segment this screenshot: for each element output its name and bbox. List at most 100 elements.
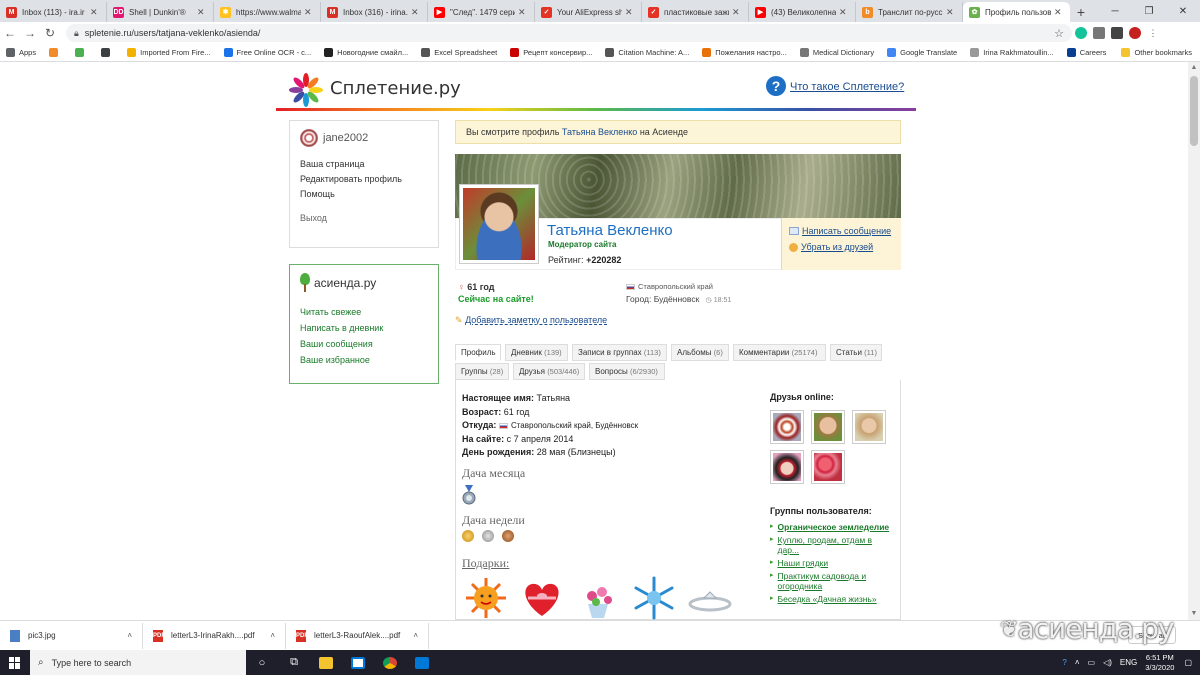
help-question-icon[interactable]: ? bbox=[766, 76, 786, 96]
browser-tab[interactable]: DD Shell | Dunkin'® ✕ bbox=[107, 2, 214, 22]
page-scrollbar[interactable]: ▲ ▼ bbox=[1188, 62, 1200, 620]
profile-tab[interactable]: Записи в группах (113) bbox=[572, 344, 667, 361]
forward-arrow-icon[interactable]: → bbox=[20, 26, 40, 40]
chevron-up-icon[interactable]: ˄ bbox=[270, 631, 275, 640]
asienda-menu-link[interactable]: Написать в дневник bbox=[300, 323, 428, 333]
notifications-icon[interactable]: ▢ bbox=[1184, 658, 1192, 667]
taskbar-clock[interactable]: 6:51 PM 3/3/2020 bbox=[1145, 653, 1174, 673]
bookmark-item[interactable]: Free Online OCR - c... bbox=[223, 48, 311, 57]
user-menu-link[interactable]: Редактировать профиль bbox=[300, 174, 428, 184]
friend-avatar[interactable] bbox=[770, 450, 804, 484]
site-name[interactable]: Сплетение.ру bbox=[330, 78, 461, 99]
tab-close-icon[interactable]: ✕ bbox=[1054, 7, 1064, 18]
asienda-title[interactable]: асиенда.ру bbox=[314, 276, 376, 290]
taskbar-search[interactable]: ⌕ Type here to search bbox=[30, 650, 246, 675]
group-link[interactable]: Органическое земледелие bbox=[778, 522, 890, 532]
download-item[interactable]: PDF letterL3-IrinaRakh....pdf ˄ bbox=[143, 622, 286, 649]
medal-icon[interactable] bbox=[462, 485, 476, 505]
profile-tab[interactable]: Статьи (11) bbox=[830, 344, 882, 361]
language-indicator[interactable]: ENG bbox=[1120, 658, 1137, 667]
tab-close-icon[interactable]: ✕ bbox=[839, 7, 849, 18]
reload-icon[interactable]: ↻ bbox=[40, 26, 60, 40]
chevron-up-icon[interactable]: ˄ bbox=[1075, 658, 1080, 667]
silver-medal-icon[interactable] bbox=[482, 530, 494, 542]
ring-gift-icon[interactable] bbox=[686, 576, 734, 620]
browser-tab[interactable]: M Inbox (316) - irina.r ✕ bbox=[321, 2, 428, 22]
network-icon[interactable]: ▭ bbox=[1088, 658, 1096, 667]
profile-photo[interactable] bbox=[459, 184, 539, 264]
store-icon[interactable] bbox=[342, 650, 374, 675]
chevron-up-icon[interactable]: ˄ bbox=[413, 631, 418, 640]
profile-tab[interactable]: Вопросы (6/2930) bbox=[589, 363, 665, 380]
bookmark-item[interactable] bbox=[49, 48, 62, 57]
bookmark-item[interactable]: Пожелания настро... bbox=[702, 48, 787, 57]
browser-tab[interactable]: ▶ (43) Великолепная ✕ bbox=[749, 2, 856, 22]
profile-tab[interactable]: Группы (28) bbox=[455, 363, 509, 380]
browser-tab[interactable]: M Inbox (113) - ira.ir ✕ bbox=[0, 2, 107, 22]
chrome-icon[interactable] bbox=[374, 650, 406, 675]
menu-dots-icon[interactable]: ⋮ bbox=[1144, 24, 1162, 42]
new-tab-button[interactable]: + bbox=[1070, 2, 1092, 22]
profile-name-link[interactable]: Татьяна Векленко bbox=[562, 127, 637, 137]
browser-tab[interactable]: b Транслит по-русс ✕ bbox=[856, 2, 963, 22]
bookmark-item[interactable]: Imported From Fire... bbox=[127, 48, 211, 57]
tab-close-icon[interactable]: ✕ bbox=[411, 7, 421, 18]
group-link[interactable]: Наши грядки bbox=[778, 558, 829, 568]
bookmark-item[interactable] bbox=[75, 48, 88, 57]
tab-close-icon[interactable]: ✕ bbox=[197, 7, 207, 18]
group-link[interactable]: Беседка «Дачная жизнь» bbox=[778, 594, 877, 604]
add-note-link[interactable]: Добавить заметку о пользователе bbox=[465, 315, 607, 325]
asienda-menu-link[interactable]: Ваши сообщения bbox=[300, 339, 428, 349]
asienda-menu-link[interactable]: Читать свежее bbox=[300, 307, 428, 317]
chevron-up-icon[interactable]: ˄ bbox=[127, 631, 132, 640]
asienda-menu-link[interactable]: Ваше избранное bbox=[300, 355, 428, 365]
avatar[interactable] bbox=[300, 129, 318, 147]
bookmark-item[interactable]: Рецепт консервир... bbox=[510, 48, 592, 57]
apps-bookmark[interactable]: Apps bbox=[6, 48, 36, 57]
back-arrow-icon[interactable]: ← bbox=[0, 26, 20, 40]
task-view-icon[interactable]: ⧉ bbox=[278, 650, 310, 675]
group-link[interactable]: Практикум садовода и огородника bbox=[778, 571, 894, 591]
address-bar[interactable]: 🔒︎ spletenie.ru/users/tatjana-veklenko/a… bbox=[66, 24, 1072, 42]
tab-close-icon[interactable]: ✕ bbox=[90, 7, 100, 18]
tab-close-icon[interactable]: ✕ bbox=[732, 7, 742, 18]
download-item[interactable]: PDF letterL3-RaoufAlek....pdf ˄ bbox=[286, 622, 429, 649]
user-menu-link[interactable]: Ваша страница bbox=[300, 159, 428, 169]
bookmark-item[interactable] bbox=[101, 48, 114, 57]
bookmark-item[interactable]: Новогодние смайл... bbox=[324, 48, 408, 57]
tab-close-icon[interactable]: ✕ bbox=[946, 7, 956, 18]
gifts-title[interactable]: Подарки: bbox=[462, 556, 509, 571]
bronze-medal-icon[interactable] bbox=[502, 530, 514, 542]
other-bookmarks[interactable]: Other bookmarks bbox=[1121, 48, 1192, 57]
logout-link[interactable]: Выход bbox=[300, 213, 428, 223]
help-icon[interactable]: ? bbox=[1062, 658, 1066, 667]
minimize-icon[interactable]: ─ bbox=[1098, 0, 1132, 22]
bookmark-star-icon[interactable]: ☆ bbox=[1054, 27, 1064, 40]
browser-tab[interactable]: ✿ Профиль пользова ✕ bbox=[963, 2, 1070, 22]
spletenie-logo-icon[interactable] bbox=[288, 72, 324, 108]
friend-avatar[interactable] bbox=[852, 410, 886, 444]
close-icon[interactable]: ✕ bbox=[1166, 0, 1200, 22]
tab-close-icon[interactable]: ✕ bbox=[518, 7, 528, 18]
profile-tab[interactable]: Альбомы (6) bbox=[671, 344, 729, 361]
profile-tab[interactable]: Профиль bbox=[455, 344, 501, 361]
mail-icon[interactable] bbox=[406, 650, 438, 675]
friend-avatar[interactable] bbox=[770, 410, 804, 444]
grammarly-icon[interactable] bbox=[1072, 24, 1090, 42]
user-menu-link[interactable]: Помощь bbox=[300, 189, 428, 199]
file-explorer-icon[interactable] bbox=[310, 650, 342, 675]
sun-gift-icon[interactable] bbox=[462, 576, 510, 620]
snowflake-gift-icon[interactable] bbox=[630, 576, 678, 620]
maximize-icon[interactable]: ❐ bbox=[1132, 0, 1166, 22]
extension-icon[interactable] bbox=[1108, 24, 1126, 42]
friend-avatar[interactable] bbox=[811, 410, 845, 444]
gold-medal-icon[interactable] bbox=[462, 530, 474, 542]
browser-tab[interactable]: ▶ "След". 1479 серия ✕ bbox=[428, 2, 535, 22]
download-item[interactable]: pic3.jpg ˄ bbox=[0, 622, 143, 649]
extension-icon[interactable] bbox=[1090, 24, 1108, 42]
bookmark-item[interactable]: Medical Dictionary bbox=[799, 48, 874, 57]
volume-icon[interactable]: ◁) bbox=[1103, 658, 1112, 667]
windows-start-icon[interactable] bbox=[0, 650, 30, 675]
tab-close-icon[interactable]: ✕ bbox=[625, 7, 635, 18]
what-is-spletenie-link[interactable]: Что такое Сплетение? bbox=[790, 81, 904, 93]
